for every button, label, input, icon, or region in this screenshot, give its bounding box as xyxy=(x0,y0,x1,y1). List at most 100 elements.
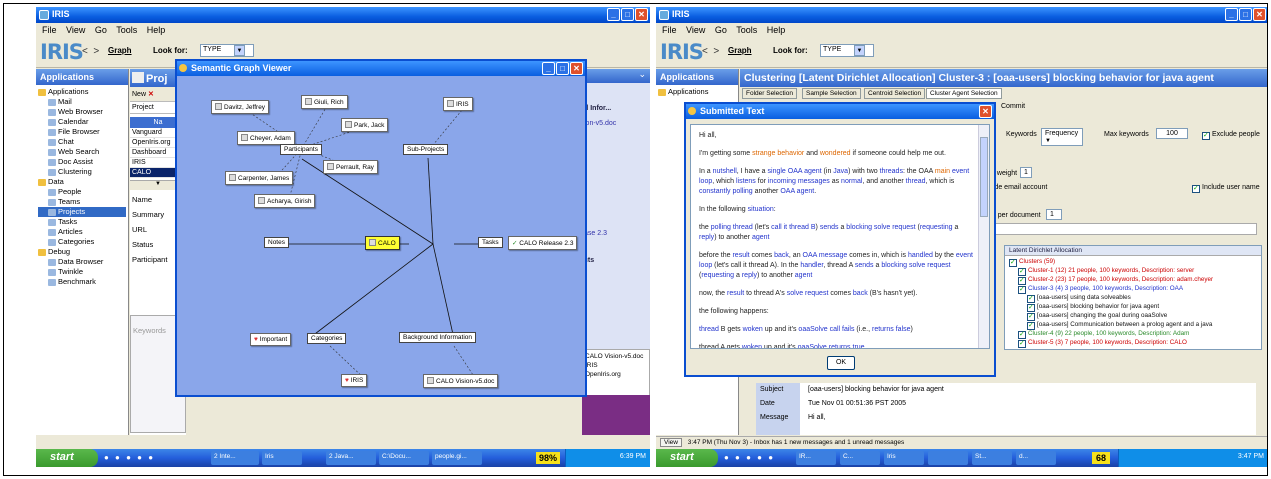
start-button[interactable]: start xyxy=(656,449,718,467)
tree-item-benchmark[interactable]: Benchmark xyxy=(38,277,126,287)
person-node[interactable]: Carpenter, James xyxy=(225,171,294,185)
taskbar-item[interactable] xyxy=(928,451,968,465)
submitted-text-area[interactable]: Hi all, I'm getting some strange behavior… xyxy=(690,124,990,349)
menu-tools[interactable]: Tools xyxy=(116,25,137,35)
delete-icon[interactable]: ✕ xyxy=(148,91,154,98)
cluster-tree-item[interactable]: ✓ [oaa-users] using data solveables xyxy=(1009,294,1213,303)
taskbar-item[interactable]: 2 Java... xyxy=(326,451,376,465)
weight-input[interactable]: 1 xyxy=(1020,167,1032,178)
commit-button[interactable]: Commit xyxy=(1001,103,1025,110)
tab-cluster-agent-selection[interactable]: Cluster Agent Selection xyxy=(926,88,1002,99)
scrollbar-thumb[interactable] xyxy=(980,137,988,217)
menu-help[interactable]: Help xyxy=(767,25,786,35)
forward-button[interactable]: > xyxy=(93,46,99,57)
taskbar-item[interactable]: Iris xyxy=(262,451,302,465)
person-node[interactable]: Park, Jack xyxy=(341,118,389,132)
ok-button[interactable]: OK xyxy=(827,356,855,370)
window-titlebar[interactable]: IRIS _ □ ✕ xyxy=(656,7,1267,23)
close-button[interactable]: ✕ xyxy=(635,8,648,21)
cluster-tree-item[interactable]: ✓ [oaa-users] blocking behavior for java … xyxy=(1009,303,1213,312)
max-keywords-input[interactable]: 100 xyxy=(1156,128,1188,139)
menu-view[interactable]: View xyxy=(66,25,85,35)
tree-item-data-browser[interactable]: Data Browser xyxy=(38,257,126,267)
new-button[interactable]: New xyxy=(132,91,146,98)
tree-item-mail[interactable]: Mail xyxy=(38,97,126,107)
tab-folder-selection[interactable]: Folder Selection xyxy=(742,88,797,99)
close-button[interactable]: ✕ xyxy=(979,105,992,118)
window-titlebar[interactable]: IRIS _ □ ✕ xyxy=(36,7,650,23)
tree-item-calendar[interactable]: Calendar xyxy=(38,117,126,127)
close-button[interactable]: ✕ xyxy=(1253,8,1266,21)
tasks-hub[interactable]: Tasks xyxy=(478,237,503,248)
taskbar-item[interactable]: C:\Docu... xyxy=(379,451,429,465)
person-node[interactable]: Davitz, Jeffrey xyxy=(211,100,270,114)
maximize-button[interactable]: □ xyxy=(621,8,634,21)
checkbox-icon[interactable]: ✓ xyxy=(1027,322,1035,330)
taskbar-item[interactable]: IR... xyxy=(796,451,836,465)
cluster-tree-item[interactable]: ✓ [oaa-users] changing the goal during oa… xyxy=(1009,312,1213,321)
taskbar-item[interactable]: St... xyxy=(972,451,1012,465)
checkbox-icon[interactable]: ✓ xyxy=(1018,286,1026,294)
tree-item-tasks[interactable]: Tasks xyxy=(38,217,126,227)
person-node[interactable]: Cheyer, Adam xyxy=(237,131,295,145)
cluster-tree-item[interactable]: ✓ Cluster-4 (9) 22 people, 100 keywords, … xyxy=(1009,330,1213,339)
taskbar-item[interactable]: d... xyxy=(1016,451,1056,465)
cluster-tree-item[interactable]: ✓ Clusters (59) xyxy=(1009,258,1213,267)
look-for-dropdown-icon[interactable]: ▼ xyxy=(234,45,245,56)
minimize-button[interactable]: _ xyxy=(1225,8,1238,21)
taskbar-item[interactable]: people.gi... xyxy=(432,451,482,465)
checkbox-icon[interactable]: ✓ xyxy=(1018,340,1026,348)
file-item[interactable]: IRIS xyxy=(585,361,647,370)
tab-centroid-selection[interactable]: Centroid Selection xyxy=(864,88,926,99)
view-button[interactable]: View xyxy=(660,438,682,447)
tree-item-chat[interactable]: Chat xyxy=(38,137,126,147)
subproject-node[interactable]: IRIS xyxy=(443,97,473,111)
look-for-input[interactable]: TYPE xyxy=(820,44,874,57)
checkbox-icon[interactable]: ✓ xyxy=(1018,268,1026,276)
minimize-button[interactable]: _ xyxy=(607,8,620,21)
tree-item-twinkle[interactable]: Twinkle xyxy=(38,267,126,277)
tree-item-articles[interactable]: Articles xyxy=(38,227,126,237)
tab-sample-selection[interactable]: Sample Selection xyxy=(802,88,861,99)
checkbox-icon[interactable]: ✓ xyxy=(1027,304,1035,312)
maximize-button[interactable]: □ xyxy=(556,62,569,75)
tree-item-clustering[interactable]: Clustering xyxy=(38,167,126,177)
menu-go[interactable]: Go xyxy=(715,25,727,35)
background-item-node[interactable]: CALO Vision-v5.doc xyxy=(423,374,499,388)
tree-item-projects[interactable]: Projects xyxy=(38,207,126,217)
keywords-select[interactable]: Frequency ▼ xyxy=(1041,128,1083,146)
vertical-scrollbar[interactable] xyxy=(978,125,989,348)
tree-item-doc-assist[interactable]: Doc Assist xyxy=(38,157,126,167)
cluster-tree-item[interactable]: ✓ Cluster-2 (23) 17 people, 100 keywords,… xyxy=(1009,276,1213,285)
file-item[interactable]: OpenIris.org xyxy=(585,370,647,379)
background-hub[interactable]: Background Information xyxy=(399,332,477,343)
task-node[interactable]: ✓ CALO Release 2.3 xyxy=(508,236,578,250)
graph-button[interactable]: Graph xyxy=(108,46,132,55)
calo-center-node[interactable]: CALO xyxy=(365,236,400,250)
subprojects-hub[interactable]: Sub-Projects xyxy=(403,144,449,155)
back-button[interactable]: < xyxy=(82,46,88,57)
maximize-button[interactable]: □ xyxy=(1239,8,1252,21)
submitted-text-titlebar[interactable]: Submitted Text ✕ xyxy=(686,104,994,119)
menu-help[interactable]: Help xyxy=(147,25,166,35)
checkbox-icon[interactable]: ✓ xyxy=(1018,331,1026,339)
exclude-people-checkbox[interactable]: ✓ Exclude people xyxy=(1202,131,1260,140)
start-button[interactable]: start xyxy=(36,449,98,467)
notes-hub[interactable]: Notes xyxy=(264,237,289,248)
close-button[interactable]: ✕ xyxy=(570,62,583,75)
cluster-tree-item[interactable]: ✓ Cluster-1 (12) 21 people, 100 keywords,… xyxy=(1009,267,1213,276)
menu-file[interactable]: File xyxy=(42,25,57,35)
look-for-input[interactable]: TYPE xyxy=(200,44,254,57)
tree-item-file-browser[interactable]: File Browser xyxy=(38,127,126,137)
tree-item-data[interactable]: Data xyxy=(38,177,126,187)
tree-item-teams[interactable]: Teams xyxy=(38,197,126,207)
graph-viewer-titlebar[interactable]: Semantic Graph Viewer _ □ ✕ xyxy=(177,61,585,76)
file-item[interactable]: CALO Vision-v5.doc xyxy=(585,352,647,361)
person-node[interactable]: Giuli, Rich xyxy=(301,95,348,109)
tree-item-web-search[interactable]: Web Search xyxy=(38,147,126,157)
collapse-icon[interactable]: ⌄ xyxy=(582,69,650,83)
checkbox-icon[interactable]: ✓ xyxy=(1027,313,1035,321)
taskbar-item[interactable]: 2 Inte... xyxy=(211,451,259,465)
forward-button[interactable]: > xyxy=(713,46,719,57)
checkbox-icon[interactable]: ✓ xyxy=(1027,295,1035,303)
